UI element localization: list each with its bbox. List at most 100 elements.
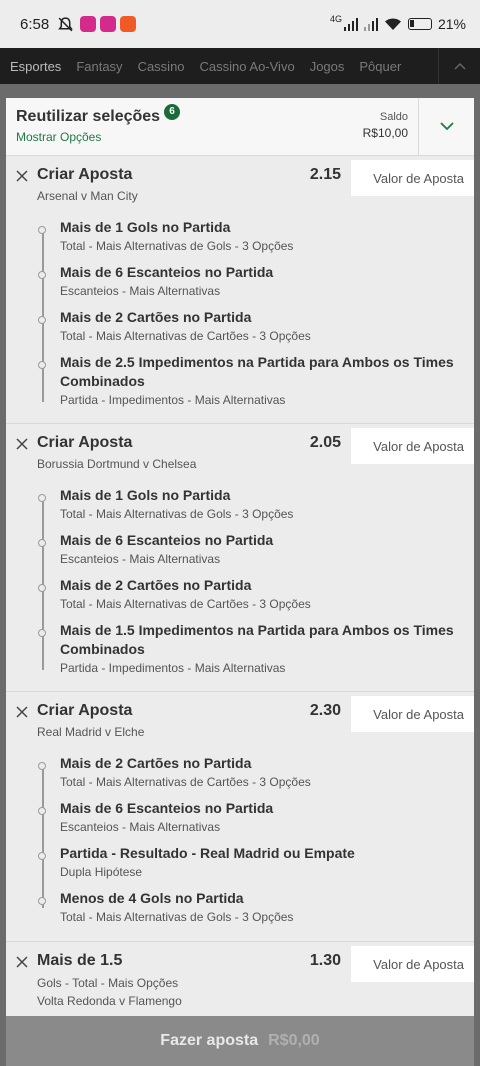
leg-selection: Mais de 2 Cartões no Partida bbox=[60, 577, 252, 593]
leg-selection: Mais de 1.5 Impedimentos na Partida para… bbox=[60, 622, 454, 657]
leg-selection: Mais de 2 Cartões no Partida bbox=[60, 309, 252, 325]
bet-leg: Mais de 1 Gols no Partida Total - Mais Al… bbox=[38, 218, 474, 254]
leg-market: Escanteios - Mais Alternativas bbox=[60, 552, 221, 566]
leg-market: Total - Mais Alternativas de Gols - 3 Op… bbox=[60, 507, 294, 521]
bet-match: Borussia Dortmund v Chelsea bbox=[37, 457, 197, 471]
chevron-down-icon bbox=[439, 122, 454, 131]
leg-dot bbox=[38, 494, 46, 502]
nav-chevron-up-icon[interactable] bbox=[438, 48, 480, 84]
leg-market: Dupla Hipótese bbox=[60, 865, 143, 879]
place-bet-amount: R$0,00 bbox=[268, 1032, 320, 1049]
leg-selection: Menos de 4 Gols no Partida bbox=[60, 890, 244, 906]
leg-selection: Partida - Resultado - Real Madrid ou Emp… bbox=[60, 845, 355, 861]
bet-market: Gols - Total - Mais Opções bbox=[37, 976, 179, 990]
leg-market: Escanteios - Mais Alternativas bbox=[60, 284, 221, 298]
show-options-link[interactable]: Mostrar Opções bbox=[16, 130, 348, 144]
leg-dot bbox=[38, 539, 46, 547]
leg-selection: Mais de 1 Gols no Partida bbox=[60, 487, 231, 503]
bet-slip: Reutilizar seleções 6 Mostrar Opções Sal… bbox=[6, 98, 474, 1066]
nav-item-cassino[interactable]: Cassino bbox=[138, 59, 185, 74]
mute-notifications-icon bbox=[58, 16, 74, 31]
leg-selection: Mais de 6 Escanteios no Partida bbox=[60, 532, 274, 548]
bet-match: Volta Redonda v Flamengo bbox=[37, 994, 182, 1008]
bet-builder-item: Criar Aposta Arsenal v Man City 2.15 Val… bbox=[6, 156, 474, 424]
balance-label: Saldo bbox=[379, 111, 408, 123]
bet-leg: Menos de 4 Gols no Partida Total - Mais A… bbox=[38, 889, 474, 925]
bet-leg: Mais de 6 Escanteios no Partida Escanteio… bbox=[38, 531, 474, 567]
stake-input[interactable]: Valor de Aposta bbox=[351, 160, 474, 196]
status-time: 6:58 bbox=[20, 15, 50, 33]
leg-market: Total - Mais Alternativas de Cartões - 3… bbox=[60, 597, 311, 611]
remove-bet-close-icon[interactable] bbox=[15, 705, 29, 719]
leg-selection: Mais de 1 Gols no Partida bbox=[60, 219, 231, 235]
leg-dot bbox=[38, 361, 46, 369]
leg-selection: Mais de 6 Escanteios no Partida bbox=[60, 800, 274, 816]
leg-selection: Mais de 6 Escanteios no Partida bbox=[60, 264, 274, 280]
nav-item-poquer[interactable]: Pôquer bbox=[359, 59, 401, 74]
bet-builder-item: Criar Aposta Real Madrid v Elche 2.30 Va… bbox=[6, 692, 474, 942]
battery-icon bbox=[407, 18, 432, 30]
bet-selection: Mais de 1.5 bbox=[37, 952, 123, 969]
bet-odds: 2.30 bbox=[309, 702, 341, 719]
bet-title: Criar Aposta bbox=[37, 434, 133, 451]
signal-icon bbox=[343, 17, 358, 31]
bet-legs: Mais de 1 Gols no Partida Total - Mais Al… bbox=[6, 210, 474, 415]
leg-dot bbox=[38, 316, 46, 324]
remove-bet-close-icon[interactable] bbox=[15, 437, 29, 451]
place-bet-label: Fazer aposta bbox=[160, 1032, 259, 1049]
leg-market: Total - Mais Alternativas de Cartões - 3… bbox=[60, 329, 311, 343]
bet-leg: Mais de 2 Cartões no Partida Total - Mais… bbox=[38, 308, 474, 344]
battery-percent: 21% bbox=[437, 16, 466, 32]
remove-bet-close-icon[interactable] bbox=[15, 955, 29, 969]
place-bet-button[interactable]: Fazer aposta R$0,00 bbox=[6, 1016, 474, 1066]
leg-dot bbox=[38, 226, 46, 234]
leg-market: Total - Mais Alternativas de Gols - 3 Op… bbox=[60, 910, 294, 924]
nav-item-jogos[interactable]: Jogos bbox=[310, 59, 345, 74]
instagram-notification-icon bbox=[80, 16, 97, 32]
selection-count-badge: 6 bbox=[164, 104, 181, 120]
bet-leg: Mais de 2.5 Impedimentos na Partida para… bbox=[38, 353, 474, 408]
top-navigation: Esportes Fantasy Cassino Cassino Ao-Vivo… bbox=[0, 48, 480, 84]
single-bet-item: Mais de 1.5 Gols - Total - Mais Opções V… bbox=[6, 942, 474, 1016]
leg-dot bbox=[38, 762, 46, 770]
bet-odds: 1.30 bbox=[309, 952, 341, 969]
bet-odds: 2.05 bbox=[309, 434, 341, 451]
balance: Saldo R$10,00 bbox=[358, 98, 418, 155]
balance-value: R$10,00 bbox=[362, 126, 408, 140]
instagram-notification-icon bbox=[100, 16, 117, 32]
leg-dot bbox=[38, 807, 46, 815]
bet-leg: Mais de 6 Escanteios no Partida Escanteio… bbox=[38, 263, 474, 299]
app-notification-icon bbox=[120, 16, 137, 32]
leg-dot bbox=[38, 852, 46, 860]
nav-item-cassino-ao-vivo[interactable]: Cassino Ao-Vivo bbox=[200, 59, 295, 74]
network-type: 4G bbox=[329, 14, 342, 24]
bet-leg: Partida - Resultado - Real Madrid ou Emp… bbox=[38, 844, 474, 880]
leg-market: Partida - Impedimentos - Mais Alternativ… bbox=[60, 661, 286, 675]
signal-icon bbox=[363, 17, 378, 31]
leg-dot bbox=[38, 271, 46, 279]
remove-bet-close-icon[interactable] bbox=[15, 169, 29, 183]
bet-legs: Mais de 2 Cartões no Partida Total - Mais… bbox=[6, 746, 474, 932]
leg-market: Total - Mais Alternativas de Cartões - 3… bbox=[60, 775, 311, 789]
bet-leg: Mais de 1 Gols no Partida Total - Mais Al… bbox=[38, 486, 474, 522]
bet-title: Criar Aposta bbox=[37, 166, 133, 183]
bet-title: Criar Aposta bbox=[37, 702, 133, 719]
stake-input[interactable]: Valor de Aposta bbox=[351, 428, 474, 464]
stake-input[interactable]: Valor de Aposta bbox=[351, 946, 474, 982]
bet-legs: Mais de 1 Gols no Partida Total - Mais Al… bbox=[6, 478, 474, 683]
bet-builder-item: Criar Aposta Borussia Dortmund v Chelsea… bbox=[6, 424, 474, 692]
nav-item-esportes[interactable]: Esportes bbox=[10, 59, 61, 74]
bet-odds: 2.15 bbox=[309, 166, 341, 183]
bet-leg: Mais de 1.5 Impedimentos na Partida para… bbox=[38, 621, 474, 676]
bet-leg: Mais de 2 Cartões no Partida Total - Mais… bbox=[38, 754, 474, 790]
stake-input[interactable]: Valor de Aposta bbox=[351, 696, 474, 732]
bet-leg: Mais de 2 Cartões no Partida Total - Mais… bbox=[38, 576, 474, 612]
leg-dot bbox=[38, 897, 46, 905]
bet-leg: Mais de 6 Escanteios no Partida Escanteio… bbox=[38, 799, 474, 835]
bet-match: Real Madrid v Elche bbox=[37, 725, 145, 739]
leg-market: Escanteios - Mais Alternativas bbox=[60, 820, 221, 834]
nav-item-fantasy[interactable]: Fantasy bbox=[76, 59, 122, 74]
slip-header: Reutilizar seleções 6 Mostrar Opções Sal… bbox=[6, 98, 474, 156]
leg-dot bbox=[38, 629, 46, 637]
collapse-slip-button[interactable] bbox=[418, 98, 474, 155]
